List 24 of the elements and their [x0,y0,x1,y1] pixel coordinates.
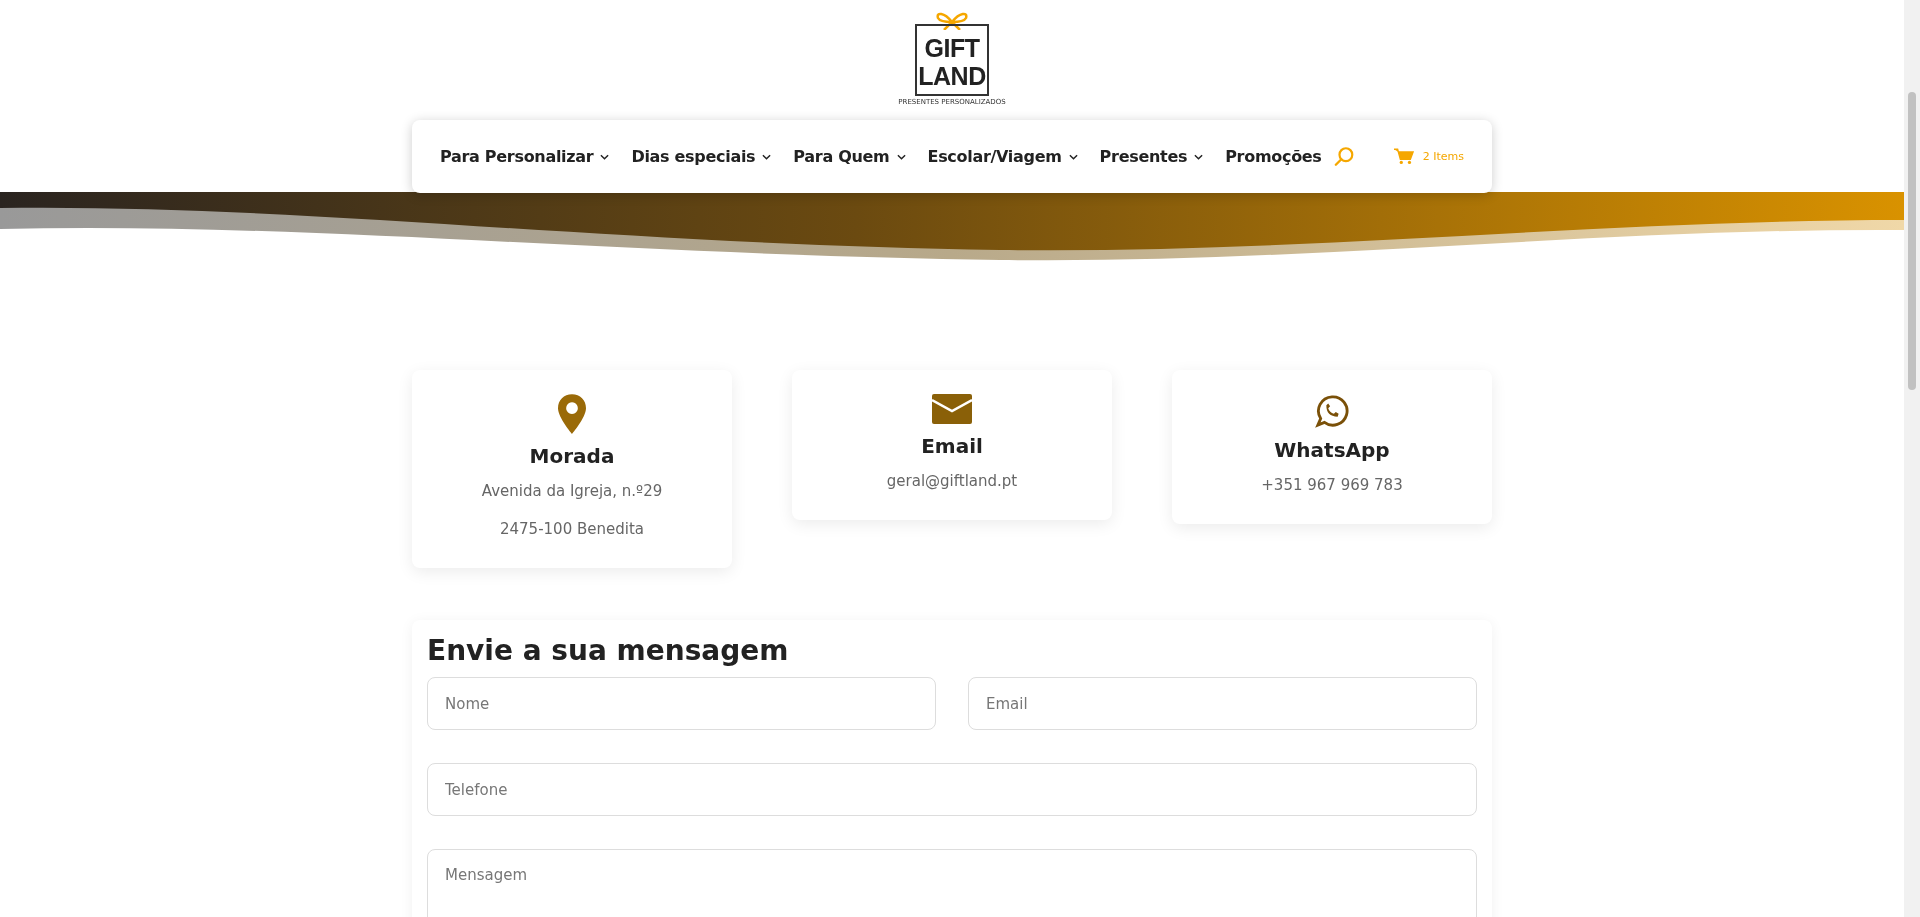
scrollbar[interactable] [1904,0,1920,917]
map-pin-icon [558,394,586,434]
search-icon[interactable] [1333,146,1354,167]
card-title: Morada [529,444,615,468]
card-title: Email [921,434,983,458]
nav-menu-item[interactable]: Escolar/Viagem [927,147,1078,166]
envelope-icon [932,394,972,424]
nav-menu-item[interactable]: Presentes [1099,147,1204,166]
input-field[interactable]: Telefone [427,763,1477,816]
contact-detail: geral@giftland.pt [886,472,1018,490]
nav-menu-item[interactable]: Para Personalizar [440,147,610,166]
form-title: Envie a sua mensagem [427,634,790,667]
contact-detail: 2475-100 Benedita [500,520,644,538]
message-field[interactable]: Mensagem [427,849,1477,917]
contact-detail: +351 967 969 783 [1261,476,1403,494]
card-title: WhatsApp [1274,438,1390,462]
input-field[interactable]: Nome [427,677,936,730]
nav-menu-item[interactable]: Para Quem [793,147,906,166]
nav-menu-item[interactable]: Promoções [1225,147,1322,166]
contact-detail: Avenida da Igreja, n.º29 [481,482,663,500]
whatsapp-icon [1315,394,1349,428]
input-field[interactable]: Email [968,677,1477,730]
nav-menu-item[interactable]: Dias especiais [631,147,772,166]
cart-icon [1393,148,1414,165]
